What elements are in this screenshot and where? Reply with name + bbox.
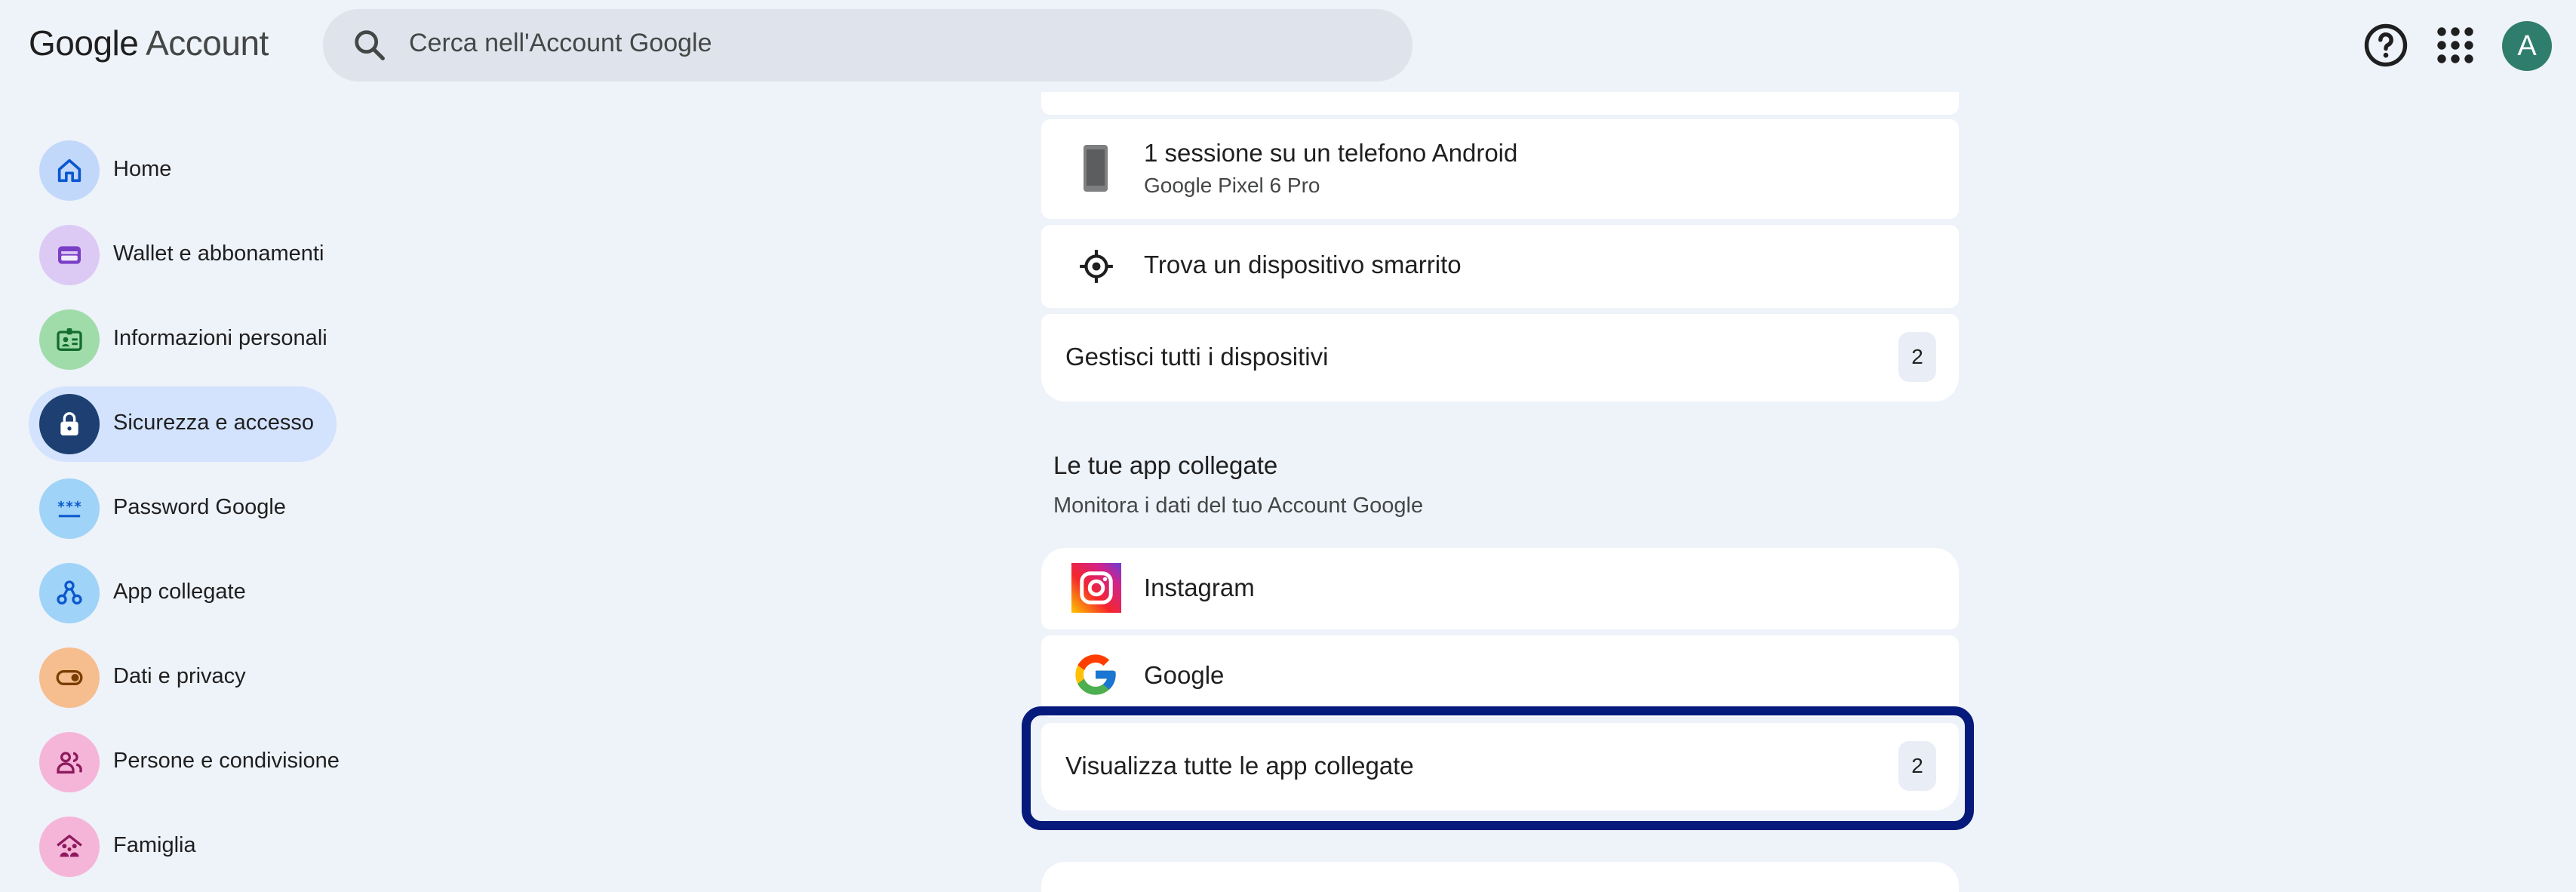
google-account-logo[interactable]: Google Account: [29, 23, 269, 63]
find-device-row[interactable]: Trova un dispositivo smarrito: [1041, 225, 1959, 308]
locate-icon: [1080, 250, 1113, 283]
app-name: Instagram: [1144, 574, 1255, 601]
top-app-bar: Google Account Cerca nell'Account Google…: [0, 0, 2576, 92]
sidebar-item-label: Sicurezza e accesso: [113, 411, 314, 435]
connected-apps-subtitle: Monitora i dati del tuo Account Google: [1053, 494, 1424, 518]
app-row-google[interactable]: Google: [1041, 635, 1959, 717]
home-icon: [39, 140, 100, 201]
svg-text:***: ***: [57, 499, 81, 515]
search-icon: [355, 30, 385, 60]
find-device-label: Trova un dispositivo smarrito: [1144, 251, 1462, 278]
sidebar-item-password[interactable]: *** Password Google: [29, 471, 346, 546]
sidebar-item-label: Password Google: [113, 495, 286, 519]
sidebar-item-label: Wallet e abbonamenti: [113, 241, 324, 266]
toggle-icon: [39, 647, 100, 708]
next-card-fragment: [1041, 862, 1959, 892]
sidebar-item-personal-info[interactable]: Informazioni personali: [29, 302, 346, 377]
wallet-icon: [39, 225, 100, 285]
sidebar-item-wallet[interactable]: Wallet e abbonamenti: [29, 217, 346, 293]
help-circle-icon[interactable]: [2359, 18, 2413, 72]
session-row[interactable]: 1 sessione su un telefono Android Google…: [1041, 119, 1959, 219]
connected-apps-title: Le tue app collegate: [1053, 451, 1278, 479]
phone-icon: [1084, 145, 1108, 192]
logo-google-text: Google: [29, 23, 139, 63]
connected-apps-icon: [39, 563, 100, 623]
app-name: Google: [1144, 661, 1225, 689]
sidebar-item-family[interactable]: Famiglia: [29, 809, 346, 884]
instagram-icon: [1071, 563, 1121, 613]
people-icon: [39, 732, 100, 792]
app-row-instagram[interactable]: Instagram: [1041, 548, 1959, 629]
sidebar-item-security[interactable]: Sicurezza e accesso: [29, 386, 337, 462]
sidebar-item-label: App collegate: [113, 580, 246, 604]
sidebar-item-label: Persone e condivisione: [113, 749, 340, 773]
sidebar-item-connected-apps[interactable]: App collegate: [29, 555, 346, 631]
session-device: Google Pixel 6 Pro: [1144, 174, 1320, 197]
family-icon: [39, 817, 100, 877]
sidebar-item-label: Informazioni personali: [113, 326, 327, 350]
sidebar-item-people-sharing[interactable]: Persone e condivisione: [29, 724, 346, 800]
sidebar-item-label: Famiglia: [113, 833, 196, 857]
highlight-box: [1022, 706, 1974, 830]
logo-account-text: Account: [146, 23, 269, 63]
search-input[interactable]: Cerca nell'Account Google: [409, 29, 712, 58]
sidebar-item-label: Dati e privacy: [113, 664, 246, 688]
apps-grid-icon[interactable]: [2428, 18, 2482, 72]
devices-count-badge: 2: [1898, 332, 1936, 382]
google-icon: [1075, 654, 1116, 695]
avatar[interactable]: A: [2502, 21, 2552, 71]
sidebar-item-data-privacy[interactable]: Dati e privacy: [29, 640, 346, 715]
manage-devices-label: Gestisci tutti i dispositivi: [1065, 343, 1329, 371]
session-title: 1 sessione su un telefono Android: [1144, 139, 1518, 167]
manage-devices-row[interactable]: Gestisci tutti i dispositivi 2: [1041, 314, 1959, 401]
card-top-fragment: [1041, 92, 1959, 115]
lock-icon: [39, 394, 100, 454]
sidebar-item-label: Home: [113, 157, 172, 181]
sidebar-item-home[interactable]: Home: [29, 133, 346, 208]
password-icon: ***: [39, 478, 100, 539]
id-card-icon: [39, 309, 100, 370]
search-bar[interactable]: Cerca nell'Account Google: [323, 9, 1412, 82]
